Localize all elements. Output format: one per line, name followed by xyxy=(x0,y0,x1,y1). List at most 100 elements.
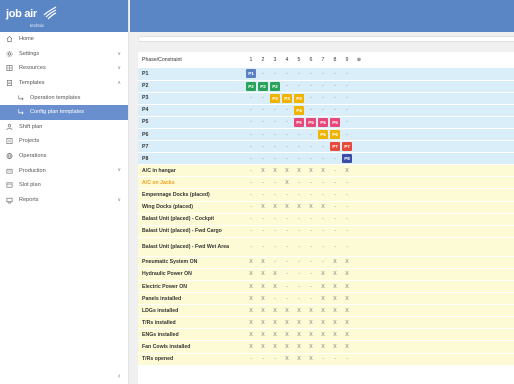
grid-cell[interactable]: - xyxy=(245,188,257,202)
grid-cell[interactable]: X xyxy=(269,340,281,354)
grid-cell[interactable]: - xyxy=(317,213,329,226)
grid-cell[interactable]: - xyxy=(341,68,353,81)
grid-cell[interactable]: - xyxy=(305,92,317,105)
phase-block[interactable]: P3 xyxy=(270,93,280,103)
grid-cell[interactable]: X xyxy=(269,164,281,178)
grid-cell[interactable]: X xyxy=(245,328,257,342)
grid-cell[interactable]: - xyxy=(281,256,293,269)
grid-cell[interactable]: - xyxy=(293,213,305,226)
grid-cell[interactable]: - xyxy=(269,237,281,257)
grid-cell[interactable]: - xyxy=(317,188,329,202)
sidebar-item-settings[interactable]: Settings ∨ xyxy=(0,47,128,62)
grid-cell[interactable]: - xyxy=(269,104,281,117)
grid-cell[interactable]: X xyxy=(305,340,317,354)
grid-cell[interactable]: - xyxy=(341,104,353,117)
grid-cell[interactable]: - xyxy=(329,353,341,366)
grid-cell[interactable]: P5 xyxy=(317,116,329,129)
grid-cell[interactable]: - xyxy=(269,68,281,81)
grid-cell[interactable]: - xyxy=(257,225,269,238)
grid-cell[interactable]: X xyxy=(245,280,257,294)
grid-cell[interactable]: - xyxy=(257,213,269,226)
phase-block[interactable]: P2 xyxy=(258,81,268,91)
grid-cell[interactable]: - xyxy=(329,201,341,214)
phase-block[interactable]: P5 xyxy=(318,117,328,127)
grid-cell[interactable]: X xyxy=(293,316,305,330)
grid-cell[interactable]: - xyxy=(329,225,341,238)
grid-cell[interactable]: - xyxy=(281,152,293,166)
grid-cell[interactable]: X xyxy=(281,176,293,190)
grid-cell[interactable]: - xyxy=(293,152,305,166)
grid-cell[interactable]: X xyxy=(245,292,257,306)
grid-cell[interactable]: X xyxy=(329,268,341,282)
grid-cell[interactable]: - xyxy=(305,188,317,202)
grid-cell[interactable]: - xyxy=(269,140,281,154)
grid-cell[interactable]: X xyxy=(269,316,281,330)
grid-cell[interactable]: X xyxy=(269,201,281,214)
grid-cell[interactable]: X xyxy=(281,340,293,354)
grid-cell[interactable]: X xyxy=(341,280,353,294)
grid-cell[interactable]: - xyxy=(293,140,305,154)
grid-cell[interactable]: X xyxy=(329,256,341,269)
grid-cell[interactable]: X xyxy=(293,353,305,366)
chevron-down-icon[interactable]: ∨ xyxy=(117,65,121,71)
grid-cell[interactable]: - xyxy=(329,188,341,202)
grid-cell[interactable]: X xyxy=(257,280,269,294)
grid-cell[interactable]: - xyxy=(329,152,341,166)
grid-cell[interactable]: - xyxy=(293,237,305,257)
grid-cell[interactable]: - xyxy=(281,104,293,117)
grid-cell[interactable]: - xyxy=(281,225,293,238)
grid-cell[interactable]: - xyxy=(257,104,269,117)
grid-cell[interactable]: - xyxy=(245,128,257,142)
grid-cell[interactable]: X xyxy=(257,201,269,214)
grid-cell[interactable]: - xyxy=(281,140,293,154)
grid-cell[interactable]: - xyxy=(269,188,281,202)
grid-cell[interactable]: - xyxy=(293,292,305,306)
grid-cell[interactable]: - xyxy=(281,116,293,129)
grid-cell[interactable]: X xyxy=(305,316,317,330)
logo[interactable]: job air technic xyxy=(0,0,128,32)
grid-cell[interactable]: - xyxy=(281,128,293,142)
grid-cell[interactable]: - xyxy=(293,68,305,81)
grid-cell[interactable]: P2 xyxy=(269,80,281,93)
grid-cell[interactable]: P4 xyxy=(293,104,305,117)
grid-cell[interactable]: - xyxy=(257,68,269,81)
grid-cell[interactable]: P5 xyxy=(293,116,305,129)
grid-cell[interactable]: X xyxy=(329,340,341,354)
grid-cell[interactable]: - xyxy=(305,140,317,154)
sidebar-item-home[interactable]: Home xyxy=(0,32,128,47)
grid-cell[interactable]: - xyxy=(305,152,317,166)
grid-cell[interactable]: - xyxy=(317,80,329,93)
grid-cell[interactable]: - xyxy=(245,176,257,190)
grid-cell[interactable]: P5 xyxy=(329,116,341,129)
grid-cell[interactable]: - xyxy=(269,213,281,226)
grid-cell[interactable]: - xyxy=(329,164,341,178)
grid-cell[interactable]: X xyxy=(257,164,269,178)
grid-cell[interactable]: X xyxy=(257,256,269,269)
grid-cell[interactable]: - xyxy=(281,292,293,306)
grid-cell[interactable]: - xyxy=(305,280,317,294)
grid-cell[interactable]: X xyxy=(269,304,281,318)
grid-cell[interactable]: - xyxy=(305,176,317,190)
grid-cell[interactable]: X xyxy=(257,292,269,306)
grid-cell[interactable]: - xyxy=(329,68,341,81)
phase-block[interactable]: P3 xyxy=(294,93,304,103)
grid-cell[interactable]: - xyxy=(281,68,293,81)
grid-cell[interactable]: X xyxy=(257,328,269,342)
grid-cell[interactable]: - xyxy=(341,92,353,105)
grid-cell[interactable]: X xyxy=(293,164,305,178)
grid-cell[interactable]: - xyxy=(269,152,281,166)
grid-cell[interactable]: - xyxy=(329,237,341,257)
grid-cell[interactable]: - xyxy=(329,213,341,226)
grid-cell[interactable]: X xyxy=(329,304,341,318)
grid-cell[interactable]: - xyxy=(305,225,317,238)
grid-cell[interactable]: - xyxy=(269,116,281,129)
grid-cell[interactable]: - xyxy=(257,353,269,366)
grid-cell[interactable]: X xyxy=(305,304,317,318)
grid-cell[interactable]: X xyxy=(257,304,269,318)
grid-cell[interactable]: - xyxy=(341,116,353,129)
grid-cell[interactable]: X xyxy=(281,164,293,178)
grid-cell[interactable]: X xyxy=(269,268,281,282)
grid-cell[interactable]: - xyxy=(305,268,317,282)
grid-cell[interactable]: - xyxy=(317,152,329,166)
grid-cell[interactable]: - xyxy=(245,164,257,178)
